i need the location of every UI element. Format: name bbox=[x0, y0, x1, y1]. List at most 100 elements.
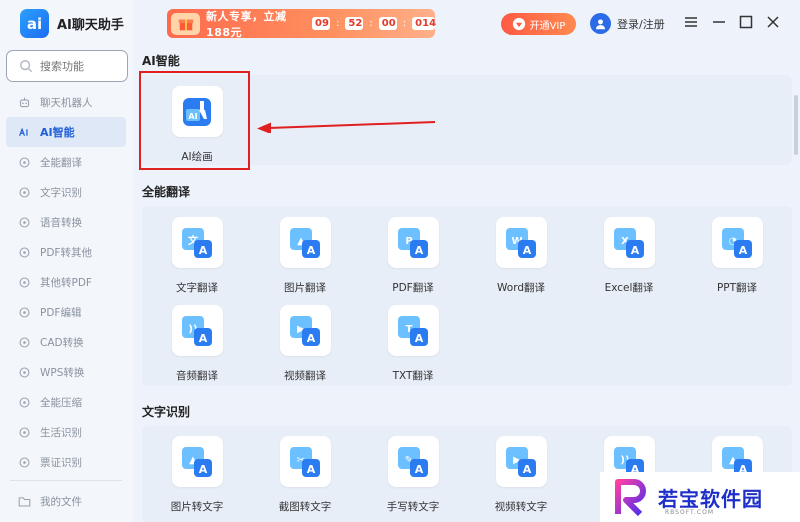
ocr-tool-icon: ✎A bbox=[398, 446, 428, 477]
translate-tool-icon: WA bbox=[506, 227, 536, 258]
tool-translate-8[interactable]: T A TXT翻译 bbox=[365, 305, 461, 385]
translate-tool-icon: PA bbox=[398, 227, 428, 258]
menu-icon[interactable] bbox=[684, 15, 698, 29]
svg-text:A: A bbox=[631, 244, 640, 257]
tool-icon-box: ✂ A bbox=[279, 436, 331, 487]
tool-translate-2[interactable]: P A PDF翻译 bbox=[365, 217, 461, 297]
sidebar-item-10[interactable]: 全能压缩 bbox=[6, 387, 126, 417]
sidebar-item-8[interactable]: CAD转换 bbox=[6, 327, 126, 357]
sidebar-item-my-files[interactable]: 我的文件 bbox=[6, 486, 126, 516]
sidebar-item-1[interactable]: AI智能 bbox=[6, 117, 126, 147]
tool-label: Excel翻译 bbox=[604, 282, 654, 294]
countdown-minutes: 52 bbox=[345, 17, 364, 30]
sidebar-item-2[interactable]: 全能翻译 bbox=[6, 147, 126, 177]
tool-label: 音频翻译 bbox=[176, 370, 218, 382]
translate-tool-icon: TA bbox=[398, 315, 428, 346]
tool-translate-3[interactable]: W A Word翻译 bbox=[473, 217, 569, 297]
sidebar-item-5[interactable]: PDF转其他 bbox=[6, 237, 126, 267]
pdf-edit-icon bbox=[19, 307, 30, 317]
svg-text:A: A bbox=[739, 244, 748, 257]
ocr-tool-icon: ▶A bbox=[506, 446, 536, 477]
sidebar-item-label: 全能翻译 bbox=[40, 156, 82, 169]
gift-icon bbox=[171, 12, 201, 35]
tool-translate-7[interactable]: ▶ A 视频翻译 bbox=[257, 305, 353, 385]
sidebar-item-7[interactable]: PDF编辑 bbox=[6, 297, 126, 327]
promo-banner[interactable]: 新人专享，立减188元 09 : 52 : 00 : 014 bbox=[167, 9, 436, 39]
ocr-tool-icon: ▲A bbox=[182, 446, 212, 477]
countdown-hours: 09 bbox=[312, 17, 331, 30]
tool-ocr-1[interactable]: ✂ A 截图转文字 bbox=[257, 436, 353, 516]
tool-icon-box: TA bbox=[387, 305, 439, 356]
vip-button[interactable]: 开通VIP bbox=[501, 13, 576, 35]
sidebar-item-3[interactable]: 文字识别 bbox=[6, 177, 126, 207]
sidebar: ai AI聊天助手 聊天机器人 AI智能全能翻译文字识别语音转换 PDF转其他其他转… bbox=[0, 0, 133, 522]
translate-tool-icon: ▶A bbox=[290, 315, 320, 346]
tool-ocr-3[interactable]: ▶ A 视频转文字 bbox=[473, 436, 569, 516]
sidebar-item-label: 票证识别 bbox=[40, 456, 82, 469]
countdown-ms: 014 bbox=[412, 17, 436, 30]
sidebar-item-6[interactable]: 其他转PDF bbox=[6, 267, 126, 297]
pdf-icon bbox=[19, 247, 30, 257]
svg-text:A: A bbox=[199, 463, 208, 476]
nav-divider bbox=[10, 480, 122, 481]
tool-label: 图片转文字 bbox=[170, 501, 224, 513]
tool-label: PDF翻译 bbox=[392, 282, 434, 294]
search-box[interactable] bbox=[6, 50, 128, 82]
svg-text:A: A bbox=[523, 244, 532, 257]
search-icon bbox=[20, 60, 33, 73]
svg-text:A: A bbox=[523, 463, 532, 476]
logo-mark-icon: ai bbox=[20, 9, 49, 38]
svg-text:A: A bbox=[199, 332, 208, 345]
sidebar-item-label: 生活识别 bbox=[40, 426, 82, 439]
sidebar-item-11[interactable]: 生活识别 bbox=[6, 417, 126, 447]
sidebar-item-4[interactable]: 语音转换 bbox=[6, 207, 126, 237]
watermark-sub: RBSOFT.COM bbox=[665, 509, 715, 516]
tool-translate-4[interactable]: X A Excel翻译 bbox=[581, 217, 677, 297]
tool-icon-box: WA bbox=[495, 217, 547, 268]
login-label: 登录/注册 bbox=[617, 17, 665, 31]
sidebar-item-12[interactable]: 票证识别 bbox=[6, 447, 126, 477]
countdown-seconds: 00 bbox=[378, 17, 397, 30]
sidebar-nav: 聊天机器人 AI智能全能翻译文字识别语音转换 PDF转其他 其他转PDF PDF编辑 CA… bbox=[6, 87, 126, 477]
tool-translate-0[interactable]: 文 A 文字翻译 bbox=[149, 217, 245, 297]
tool-translate-6[interactable]: )) A 音频翻译 bbox=[149, 305, 245, 385]
sidebar-item-0[interactable]: 聊天机器人 bbox=[6, 87, 126, 117]
countdown-separator: : bbox=[402, 18, 407, 29]
tool-ocr-2[interactable]: ✎ A 手写转文字 bbox=[365, 436, 461, 516]
tool-icon-box: PA bbox=[387, 217, 439, 268]
translate-icon bbox=[19, 157, 30, 167]
tool-label: 截图转文字 bbox=[278, 501, 332, 513]
ocr-tool-icon: ✂A bbox=[290, 446, 320, 477]
watermark: 若宝软件园 RBSOFT.COM bbox=[600, 472, 800, 522]
section-title-ocr: 文字识别 bbox=[142, 405, 191, 419]
tool-label: 视频转文字 bbox=[494, 501, 548, 513]
tool-label: 手写转文字 bbox=[386, 501, 440, 513]
sidebar-item-label: 文字识别 bbox=[40, 186, 82, 199]
sidebar-item-label: PDF编辑 bbox=[40, 306, 82, 319]
sidebar-item-label: AI智能 bbox=[40, 126, 75, 139]
tool-ocr-0[interactable]: ▲ A 图片转文字 bbox=[149, 436, 245, 516]
tool-translate-1[interactable]: ▲ A 图片翻译 bbox=[257, 217, 353, 297]
translate-tool-icon: ))A bbox=[182, 315, 212, 346]
app-title: AI聊天助手 bbox=[57, 18, 124, 33]
minimize-icon[interactable] bbox=[712, 15, 726, 29]
tool-icon-box: ▲ A bbox=[171, 436, 223, 487]
vip-diamond-icon bbox=[512, 17, 525, 31]
voice-icon bbox=[19, 217, 30, 227]
tool-translate-5[interactable]: ◔ A PPT翻译 bbox=[689, 217, 785, 297]
sidebar-item-9[interactable]: WPS转换 bbox=[6, 357, 126, 387]
tool-icon-box: ✎ A bbox=[387, 436, 439, 487]
close-icon[interactable] bbox=[766, 15, 780, 29]
tool-label: PPT翻译 bbox=[716, 282, 758, 294]
login-button[interactable]: 登录/注册 bbox=[590, 13, 665, 34]
sidebar-item-label: 我的文件 bbox=[40, 495, 82, 508]
search-input[interactable] bbox=[40, 59, 120, 73]
countdown-separator: : bbox=[369, 18, 373, 29]
scrollbar-thumb[interactable] bbox=[794, 95, 798, 155]
highlight-box bbox=[139, 71, 250, 170]
life-scan-icon bbox=[19, 427, 30, 437]
section-title-ai: AI智能 bbox=[142, 54, 180, 68]
maximize-icon[interactable] bbox=[739, 15, 753, 29]
sidebar-item-label: 聊天机器人 bbox=[40, 96, 93, 109]
tool-label: Word翻译 bbox=[497, 282, 545, 294]
